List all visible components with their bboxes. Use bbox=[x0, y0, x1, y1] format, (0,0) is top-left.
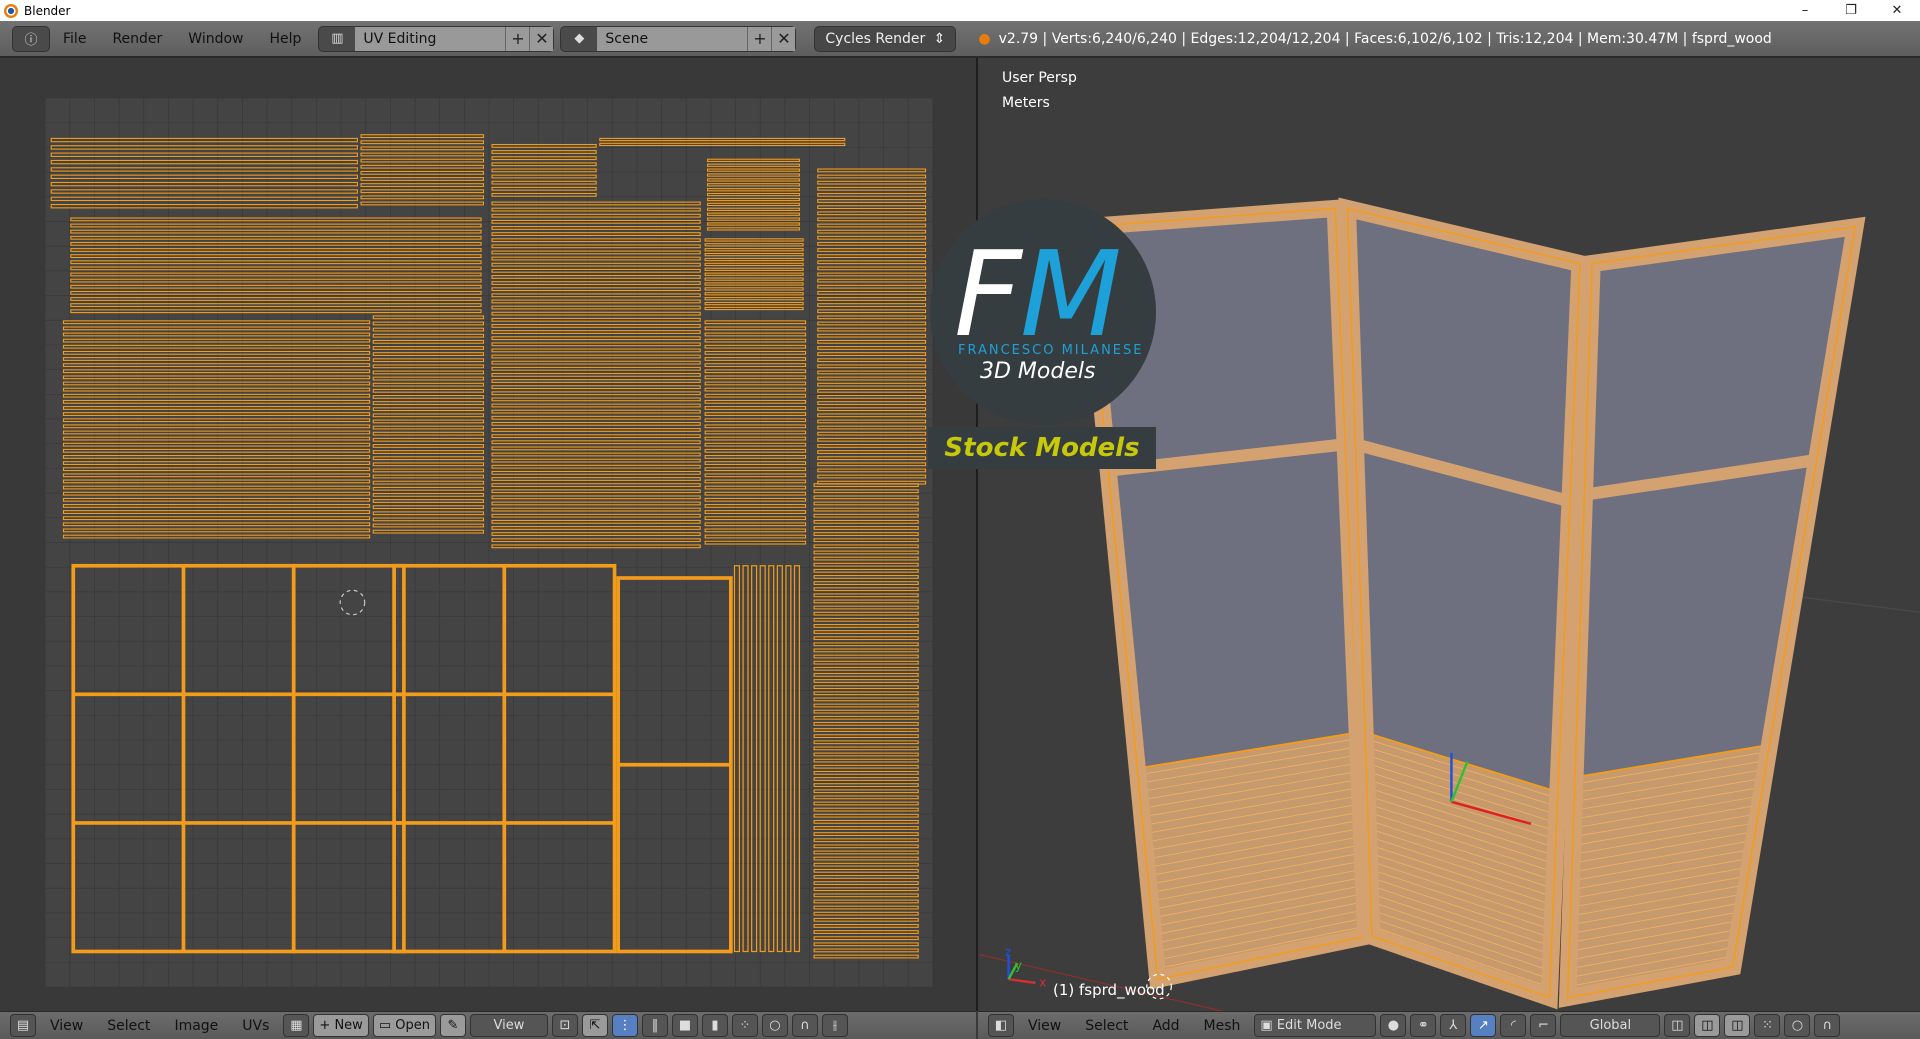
axis-x-indicator bbox=[1008, 977, 1036, 985]
add-scene-icon[interactable]: + bbox=[747, 26, 772, 51]
screen-layout-name[interactable]: UV Editing bbox=[355, 26, 506, 51]
window-title: Blender bbox=[24, 3, 71, 18]
vertex-mode-icon[interactable]: ◫ bbox=[1664, 1014, 1691, 1037]
render-engine-dropdown[interactable]: Cycles Render ⇕ bbox=[814, 25, 957, 52]
view-menu-view[interactable]: View bbox=[1028, 1018, 1061, 1034]
folding-screen-mesh: zy x bbox=[980, 197, 1920, 1011]
menu-window[interactable]: Window bbox=[188, 31, 243, 47]
blender-icon: ● bbox=[978, 30, 991, 47]
add-screen-icon[interactable]: + bbox=[505, 26, 530, 51]
viewport-footer: ◧ View Select Add Mesh ▣ Edit Mode ● ⚭ ⅄… bbox=[978, 1011, 1920, 1039]
uv-menu-select[interactable]: Select bbox=[107, 1018, 150, 1034]
uv-menu-uvs[interactable]: UVs bbox=[242, 1018, 269, 1034]
active-object-label: (1) fsprd_wood bbox=[1053, 981, 1165, 999]
scene-name[interactable]: Scene bbox=[597, 26, 748, 51]
pin-icon[interactable]: ✎ bbox=[439, 1014, 466, 1037]
vertex-select-icon[interactable]: ⋮ bbox=[611, 1014, 638, 1037]
viewport-snap-icon[interactable]: ∩ bbox=[1814, 1014, 1841, 1037]
logo-f: F bbox=[954, 225, 1022, 363]
uv-menu-image[interactable]: Image bbox=[174, 1018, 218, 1034]
view-name: User Persp bbox=[1002, 70, 1077, 86]
mode-label: Edit Mode bbox=[1276, 1018, 1342, 1033]
pivot-point-icon[interactable]: ⚭ bbox=[1410, 1014, 1437, 1037]
face-mode-icon[interactable]: ◫ bbox=[1724, 1014, 1751, 1037]
face-select-icon[interactable]: ■ bbox=[671, 1014, 698, 1037]
shading-icon[interactable]: ● bbox=[1380, 1014, 1407, 1037]
logo-name: FRANCESCO MILANESE bbox=[958, 343, 1144, 358]
view-menu-add[interactable]: Add bbox=[1152, 1018, 1179, 1034]
scene-stats: v2.79 | Verts:6,240/6,240 | Edges:12,204… bbox=[998, 30, 1772, 47]
proportional-edit-icon[interactable]: ○ bbox=[761, 1014, 788, 1037]
title-bar: Blender – ❐ ✕ bbox=[0, 0, 1920, 21]
editor-type-3d-icon[interactable]: ◧ bbox=[988, 1014, 1014, 1037]
uv-editor-footer: ▤ View Select Image UVs ▦ + New ▭ Open ✎… bbox=[0, 1011, 976, 1039]
open-image-button[interactable]: ▭ Open bbox=[372, 1014, 436, 1037]
open-label: Open bbox=[395, 1018, 430, 1033]
uv-canvas[interactable] bbox=[45, 98, 933, 987]
layout-icon: ▥ bbox=[331, 31, 344, 46]
info-header: ⓘ File Render Window Help ▥ UV Editing +… bbox=[0, 21, 1920, 58]
scene-icon: ◆ bbox=[574, 31, 585, 46]
editor-type-image-icon[interactable]: ▤ bbox=[10, 1014, 36, 1037]
minimize-button[interactable]: – bbox=[1782, 0, 1828, 21]
view-menu-mesh[interactable]: Mesh bbox=[1204, 1018, 1241, 1034]
new-label: New bbox=[334, 1018, 363, 1033]
updown-icon: ⇕ bbox=[933, 30, 946, 47]
scale-manipulator-icon[interactable]: ⌐ bbox=[1530, 1014, 1557, 1037]
new-image-button[interactable]: + New bbox=[313, 1014, 369, 1037]
uv-menu-view[interactable]: View bbox=[50, 1018, 83, 1034]
sync-selection-icon[interactable]: ⇱ bbox=[581, 1014, 608, 1037]
screen-layout-selector[interactable]: ▥ UV Editing + ✕ bbox=[318, 25, 555, 52]
remove-screen-icon[interactable]: ✕ bbox=[529, 26, 554, 51]
axis-label-z: z bbox=[1005, 945, 1011, 959]
viewport-proportional-icon[interactable]: ○ bbox=[1784, 1014, 1811, 1037]
manipulator-toggle-icon[interactable]: ⅄ bbox=[1440, 1014, 1467, 1037]
orientation-dropdown[interactable]: Global bbox=[1560, 1014, 1661, 1037]
menu-render[interactable]: Render bbox=[112, 31, 162, 47]
3d-viewport[interactable]: zy x User Persp Meters bbox=[978, 58, 1920, 1011]
pivot-icon[interactable]: ⊡ bbox=[551, 1014, 578, 1037]
editor-type-info[interactable]: ⓘ bbox=[12, 25, 50, 52]
watermark-logo: F M FRANCESCO MILANESE 3D Models bbox=[930, 199, 1156, 425]
island-select-icon[interactable]: ▮ bbox=[701, 1014, 728, 1037]
logo-m: M bbox=[1020, 225, 1122, 363]
edge-mode-icon[interactable]: ◫ bbox=[1694, 1014, 1721, 1037]
image-browse-icon[interactable]: ▦ bbox=[283, 1014, 310, 1037]
view-mode-dropdown[interactable]: View bbox=[469, 1014, 548, 1037]
info-icon: ⓘ bbox=[24, 33, 38, 48]
restore-button[interactable]: ❐ bbox=[1828, 0, 1874, 21]
snap-icon[interactable]: ∩ bbox=[791, 1014, 818, 1037]
blender-logo-icon bbox=[4, 3, 18, 18]
translate-manipulator-icon[interactable]: ↗ bbox=[1470, 1014, 1497, 1037]
axis-label-y: y bbox=[1015, 958, 1022, 972]
view-units: Meters bbox=[1002, 95, 1050, 111]
menu-file[interactable]: File bbox=[63, 31, 86, 47]
render-engine-label: Cycles Render bbox=[825, 30, 926, 47]
rotate-manipulator-icon[interactable]: ◜ bbox=[1500, 1014, 1527, 1037]
view-mode-label: View bbox=[493, 1018, 525, 1033]
edge-select-icon[interactable]: ‖ bbox=[641, 1014, 668, 1037]
axis-label-x: x bbox=[1039, 976, 1046, 990]
close-button[interactable]: ✕ bbox=[1874, 0, 1920, 21]
menu-help[interactable]: Help bbox=[269, 31, 301, 47]
snap-element-icon[interactable]: ⫲ bbox=[821, 1014, 848, 1037]
stock-models-banner: Stock Models bbox=[928, 427, 1156, 469]
logo-subtitle: 3D Models bbox=[980, 359, 1096, 384]
occlude-geometry-icon[interactable]: ⁙ bbox=[1754, 1014, 1781, 1037]
scene-selector[interactable]: ◆ Scene + ✕ bbox=[560, 25, 797, 52]
sticky-select-icon[interactable]: ⁘ bbox=[731, 1014, 758, 1037]
view-menu-select[interactable]: Select bbox=[1085, 1018, 1128, 1034]
remove-scene-icon[interactable]: ✕ bbox=[771, 26, 796, 51]
orientation-label: Global bbox=[1589, 1018, 1632, 1033]
mode-dropdown[interactable]: ▣ Edit Mode bbox=[1254, 1014, 1377, 1037]
